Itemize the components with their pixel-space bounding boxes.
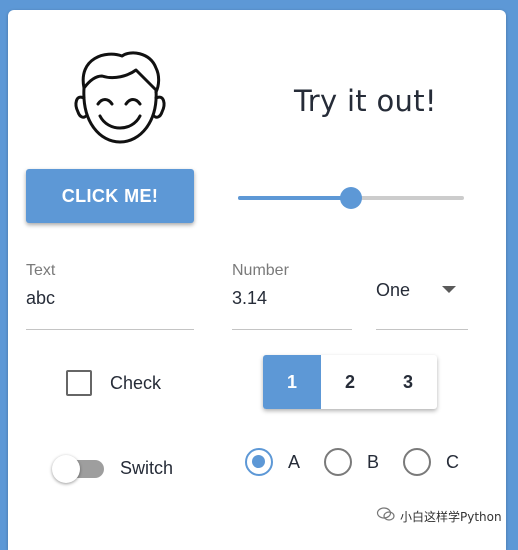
text-field[interactable]: Text abc [26, 262, 194, 330]
radio-a[interactable]: A [245, 448, 300, 476]
radio-c-circle[interactable] [403, 448, 432, 476]
value-slider[interactable] [238, 185, 464, 211]
text-field-value[interactable]: abc [26, 288, 194, 309]
segment-2-button[interactable]: 2 [321, 355, 379, 409]
number-field-label: Number [232, 262, 289, 279]
radio-c[interactable]: C [403, 448, 459, 476]
select-underline [376, 329, 468, 330]
radio-b-label[interactable]: B [367, 452, 379, 473]
radio-c-label[interactable]: C [446, 452, 459, 473]
text-field-label: Text [26, 262, 56, 279]
slider-thumb[interactable] [340, 187, 362, 209]
slider-fill [238, 196, 351, 200]
click-me-button[interactable]: CLICK ME! [26, 169, 194, 223]
checkbox-label[interactable]: Check [110, 373, 161, 394]
switch-label[interactable]: Switch [120, 458, 173, 479]
segment-1-button[interactable]: 1 [263, 355, 321, 409]
page-title: Try it out! [294, 84, 437, 118]
radio-b[interactable]: B [324, 448, 379, 476]
watermark: 小白这样学Python [376, 506, 502, 527]
number-field-underline [232, 329, 352, 330]
option-select[interactable]: One [376, 270, 468, 330]
switch-knob[interactable] [52, 455, 80, 483]
radio-a-label[interactable]: A [288, 452, 300, 473]
number-field[interactable]: Number 3.14 [232, 262, 352, 330]
wechat-icon [376, 506, 396, 527]
check-checkbox[interactable]: Check [66, 370, 161, 396]
segment-3-button[interactable]: 3 [379, 355, 437, 409]
switch-toggle[interactable]: Switch [52, 454, 173, 483]
text-field-underline [26, 329, 194, 330]
caret-down-icon[interactable] [442, 286, 456, 293]
number-field-value[interactable]: 3.14 [232, 288, 352, 309]
segmented-control: 1 2 3 [263, 355, 437, 409]
watermark-text: 小白这样学Python [400, 510, 502, 524]
radio-b-circle[interactable] [324, 448, 353, 476]
smiling-face-icon [70, 46, 168, 150]
select-value: One [376, 280, 411, 300]
radio-a-circle[interactable] [245, 448, 273, 476]
switch-control[interactable] [52, 454, 104, 483]
radio-group: A B C [245, 448, 483, 476]
checkbox-box[interactable] [66, 370, 92, 396]
